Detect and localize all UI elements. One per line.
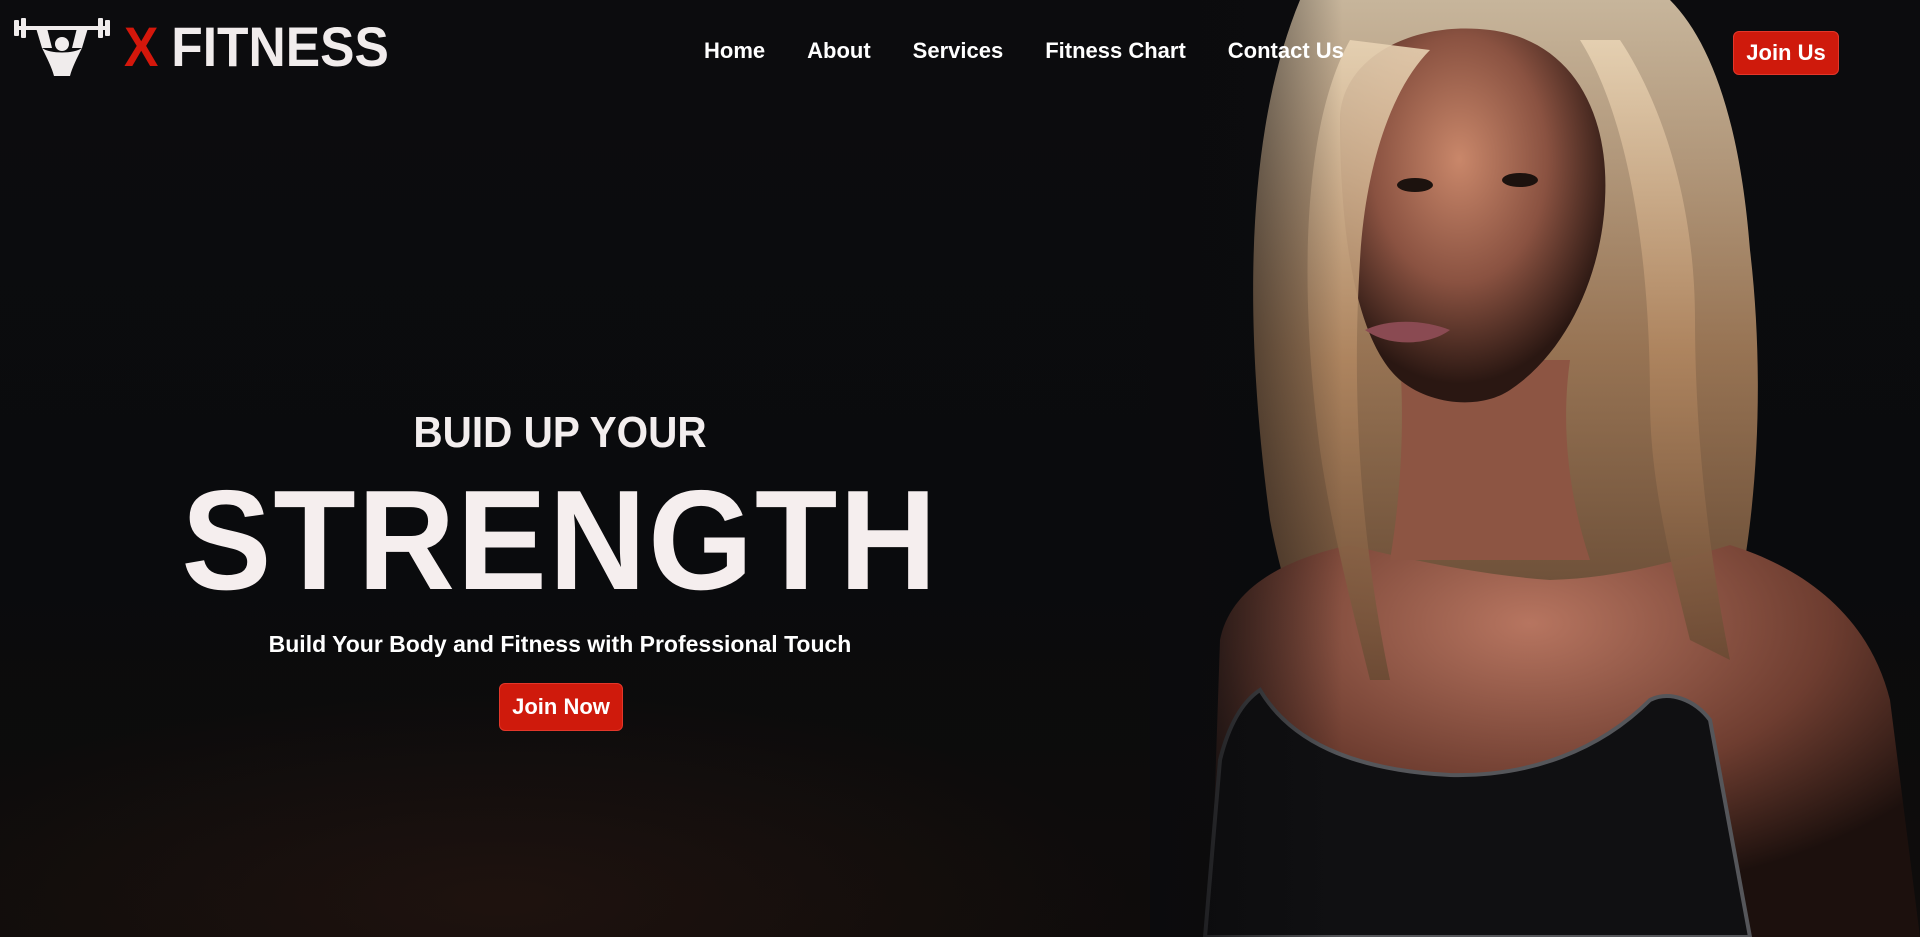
top-navigation: X FITNESS Home About Services Fitness Cha… [0, 0, 1920, 108]
nav-link-contact-us[interactable]: Contact Us [1228, 38, 1344, 64]
join-us-button[interactable]: Join Us [1733, 31, 1839, 75]
nav-link-home[interactable]: Home [704, 38, 765, 64]
barbell-lifter-icon [14, 18, 110, 76]
hero-tagline: Build Your Body and Fitness with Profess… [268, 631, 852, 657]
brand-prefix: X [124, 15, 159, 78]
hero-background-image [1150, 0, 1920, 937]
woman-athlete-portrait-icon [1150, 0, 1920, 937]
nav-link-about[interactable]: About [807, 38, 871, 64]
brand-logo[interactable]: X FITNESS [12, 18, 412, 76]
nav-menu: Home About Services Fitness Chart Contac… [704, 38, 1386, 64]
nav-link-services[interactable]: Services [913, 38, 1004, 64]
brand-name: X FITNESS [124, 19, 389, 75]
brand-wordmark: FITNESS [171, 15, 389, 78]
join-now-button[interactable]: Join Now [499, 683, 623, 731]
hero-section: X FITNESS Home About Services Fitness Cha… [0, 0, 1920, 937]
hero-subheading: BUID UP YOUR [413, 408, 707, 457]
nav-link-fitness-chart[interactable]: Fitness Chart [1045, 38, 1186, 64]
hero-heading: STRENGTH [181, 461, 939, 620]
